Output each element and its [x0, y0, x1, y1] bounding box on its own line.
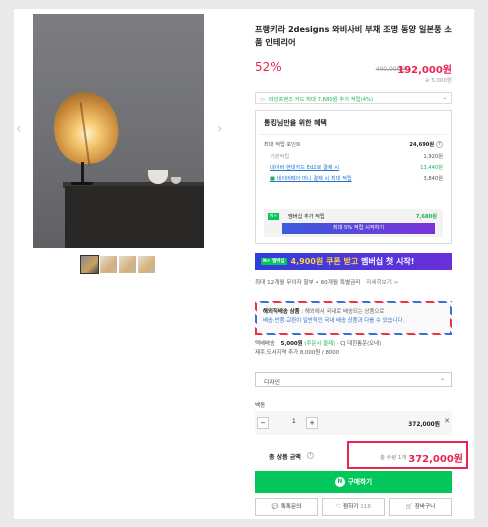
chevron-down-icon: ⌄ [440, 376, 445, 382]
wish-button[interactable]: ♡ 찜하기 118 [322, 498, 385, 516]
benefit-heading: 통킹님만을 위한 혜택 [264, 119, 327, 127]
quantity-value[interactable]: 1 [292, 419, 296, 425]
product-page: ‹ › 프랭키라 2designs 와비사비 부채 조명 동양 일본풍 소품 인… [14, 9, 474, 519]
lamp-base [71, 182, 93, 185]
naverpay-n-icon: N [334, 477, 345, 487]
help-icon[interactable]: ? [436, 141, 443, 148]
notice-line1: : 해외에서 국내로 배송되는 상품으로 [299, 309, 385, 315]
card-promo[interactable]: ▭ 라인프렌즈 카드 최대 7,680원 추가 적립(4%) ⌄ [255, 92, 452, 104]
chevron-right-icon[interactable]: › [217, 121, 223, 137]
delivery-info: 택배배송 5,000원 (주문시 결제) · CJ 대한통운(오네) 제주,도서… [255, 340, 452, 358]
shipping-fee-value: 5,000원 [431, 78, 452, 84]
talk-label: 톡톡문의 [280, 504, 302, 510]
membership-value: 7,680원 [415, 214, 437, 220]
chevron-down-icon: ⌄ [442, 95, 447, 101]
delivery-carrier: · CJ 대한통운(오네) [336, 341, 382, 347]
installment-info: 최대 12개월 무이자 할부 • 60개월 특별금리 자세히보기 > [255, 278, 452, 286]
heart-icon: ♡ [336, 504, 342, 510]
benefit-value: 24,690원 ? [409, 141, 443, 148]
total-label: 총 상품 금액 [269, 454, 301, 461]
thumbnail-4[interactable] [138, 256, 155, 273]
benefit-label: 기본적립 [270, 154, 290, 160]
cart-label: 장바구니 [414, 504, 436, 510]
remove-option-icon[interactable]: ✕ [444, 417, 450, 425]
quantity-plus-button[interactable]: + [306, 417, 318, 429]
total-amount: 372,000원 [408, 454, 463, 465]
lamp-stand [81, 162, 84, 184]
thumbnail-3[interactable] [119, 256, 136, 273]
banner-highlight: 4,900원 쿠폰 받고 [290, 257, 359, 266]
benefit-row-basic: 기본적립 1,920원 [270, 153, 443, 160]
delivery-extra: 제주,도서지역 추가 8,000원 / 8000 [255, 350, 340, 356]
membership-banner[interactable]: N+ 멤버십 4,900원 쿠폰 받고 멤버십 첫 시작! [255, 253, 452, 270]
option-label: 백동 [255, 403, 266, 409]
benefit-label: 최대 적립 포인트 [264, 142, 301, 148]
buy-button[interactable]: N 구매하기 [255, 471, 452, 493]
quantity-minus-button[interactable]: − [257, 417, 269, 429]
benefit-value: 1,920원 [423, 154, 443, 160]
bottom-actions: 💬 톡톡문의 ♡ 찜하기 118 🛒 장바구니 [255, 498, 452, 516]
shipping-fee: ⊖ 5,000원 [424, 78, 452, 84]
cart-icon: 🛒 [405, 504, 413, 510]
design-select-value: 디자인 [264, 380, 280, 386]
membership-box: N+ 멤버십 추가 적립 7,680원 최대 5% 적립 시작하기 [264, 209, 443, 237]
installment-text: 최대 12개월 무이자 할부 • 60개월 특별금리 [255, 280, 361, 286]
cart-button[interactable]: 🛒 장바구니 [389, 498, 452, 516]
benefit-value-text: 24,690원 [409, 142, 435, 148]
option-price: 372,000원 [408, 422, 440, 428]
thumbnail-2[interactable] [100, 256, 117, 273]
card-promo-text: 라인프렌즈 카드 최대 7,680원 추가 적립(4%) [268, 97, 374, 103]
chevron-left-icon[interactable]: ‹ [16, 121, 22, 137]
benefit-label: 네이버페이 머니 결제 시 최대 적립 [276, 176, 352, 182]
thumbnail-strip [80, 255, 155, 274]
benefit-box: 통킹님만을 위한 혜택 최대 적립 포인트 24,690원 ? 기본적립 1,9… [255, 110, 452, 244]
chat-icon: 💬 [271, 504, 279, 510]
buy-label: 구매하기 [347, 478, 373, 486]
benefit-value: 3,840원 [423, 176, 443, 182]
option-row: − 1 + 372,000원 ✕ [255, 411, 452, 435]
sale-price: 192,000원 [397, 65, 452, 76]
product-image[interactable] [33, 14, 204, 248]
naverpay-icon: ■ [270, 176, 275, 182]
installment-more-link[interactable]: 자세히보기 > [366, 280, 398, 286]
delivery-cond: (주문시 결제) [304, 341, 336, 347]
banner-text: 멤버십 첫 시작! [358, 257, 415, 266]
thumbnail-1[interactable] [80, 255, 99, 274]
benefit-row-card[interactable]: 네이버 현대카드 Ed2로 결제 시 13,440원 [270, 164, 443, 171]
benefit-list: 최대 적립 포인트 24,690원 ? 기본적립 1,920원 네이버 현대카드… [260, 134, 447, 239]
discount-rate: 52% [255, 60, 282, 74]
delivery-label: 택배배송 [255, 341, 275, 347]
benefit-label: 네이버 현대카드 Ed2로 결제 시 [270, 165, 339, 171]
membership-label: 멤버십 추가 적립 [288, 214, 325, 220]
delivery-fee: 5,000원 [280, 341, 303, 347]
image-shelf [65, 186, 204, 248]
overseas-notice: 해외직배송 상품 : 해외에서 국내로 배송되는 상품으로 배송·반품·교환이 … [255, 301, 452, 335]
product-title: 프랭키라 2designs 와비사비 부채 조명 동양 일본풍 소품 인테리어 [255, 24, 452, 47]
design-select[interactable]: 디자인 ⌄ [255, 372, 452, 387]
wish-count: 118 [360, 504, 371, 510]
benefit-row-max: 최대 적립 포인트 24,690원 ? [264, 141, 443, 148]
benefit-row-money[interactable]: ■ 네이버페이 머니 결제 시 최대 적립 3,840원 [270, 175, 443, 182]
card-icon: ▭ [260, 97, 266, 103]
total-count: 총 수량 1개 [380, 455, 407, 461]
benefit-value: 13,440원 [420, 165, 443, 171]
help-icon[interactable]: ? [307, 452, 314, 459]
notice-line2: 배송·반품·교환이 일반적인 국내 배송 상품과 다를 수 있습니다. [263, 318, 405, 324]
total-section: 총 상품 금액 ? 총 수량 1개 372,000원 [255, 441, 468, 469]
talk-button[interactable]: 💬 톡톡문의 [255, 498, 318, 516]
membership-start-button[interactable]: 최대 5% 적립 시작하기 [282, 223, 435, 234]
membership-badge: N+ [268, 213, 280, 220]
banner-badge: N+ 멤버십 [261, 258, 287, 265]
notice-badge: 해외직배송 상품 [263, 309, 300, 315]
total-highlight: 총 수량 1개 372,000원 [347, 441, 468, 469]
wish-label: 찜하기 [343, 504, 359, 510]
